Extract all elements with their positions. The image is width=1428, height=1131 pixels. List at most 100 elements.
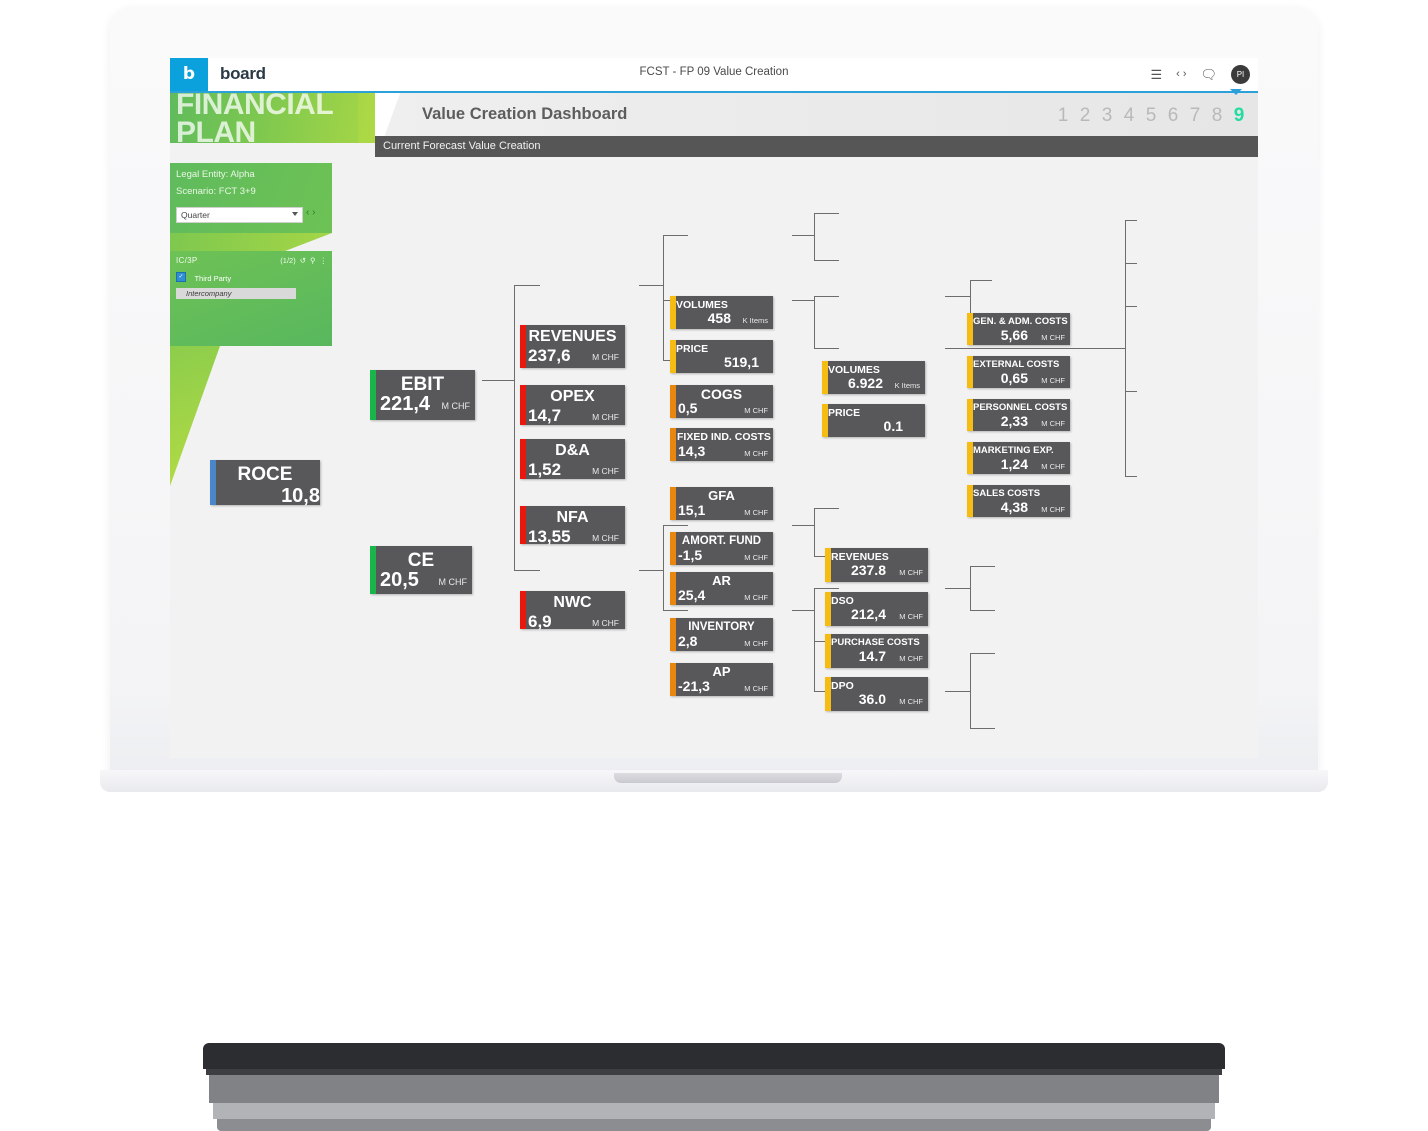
node-title: REVENUES [528,328,617,345]
node-fixed-ind-costs[interactable]: FIXED IND. COSTS 14,3 M CHF [670,428,773,461]
page-num-8[interactable]: 8 [1206,105,1228,127]
node-title: INVENTORY [688,621,755,633]
node-ar[interactable]: AR 25,4 M CHF [670,572,773,605]
connector [639,570,663,571]
connector [970,566,971,610]
node-gen-adm-costs[interactable]: GEN. & ADM. COSTS 5,66 M CHF [967,313,1070,345]
value-creation-tree: ROCE 10,8 EBIT 221,4 M CHF CE 20,5 M CHF… [170,163,1258,758]
node-purchase-costs[interactable]: PURCHASE COSTS 14.7 M CHF [825,634,928,668]
window-title: FCST - FP 09 Value Creation [639,66,789,78]
node-title: AMORT. FUND [681,535,762,547]
page-num-4[interactable]: 4 [1118,105,1140,127]
connector [945,348,1125,349]
connector [514,285,540,286]
node-unit: M CHF [1041,376,1065,385]
node-unit: M CHF [744,449,768,458]
avatar[interactable]: PI [1231,65,1250,84]
base-layer-1 [203,1043,1225,1069]
node-volumes-1[interactable]: VOLUMES 458 K Items [670,296,773,329]
node-price-1[interactable]: PRICE 519,1 [670,340,773,373]
page-num-9[interactable]: 9 [1228,105,1250,127]
connector [814,296,839,297]
node-unit: M CHF [592,618,619,628]
node-value: 4,38 [1000,499,1028,515]
node-cogs[interactable]: COGS 0,5 M CHF [670,385,773,418]
node-unit: K Items [742,316,768,325]
financial-plan-banner: FINANCIAL PLAN [170,90,372,148]
connector [1125,263,1137,264]
comment-icon[interactable]: 🗨 [1200,68,1217,81]
node-value: 1,52 [528,460,562,479]
connector [514,570,540,571]
node-title: GEN. & ADM. COSTS [973,316,1068,327]
page-num-1[interactable]: 1 [1052,105,1074,127]
application-screen: b board FCST - FP 09 Value Creation ☰ ‹ … [170,58,1258,758]
node-value: 212,4 [850,606,886,622]
node-value: 0.1 [883,418,903,434]
connector [970,566,995,567]
node-value: 2,8 [678,633,698,649]
node-value: 14.7 [858,648,886,664]
node-price-2[interactable]: PRICE 0.1 [822,404,925,437]
node-value: 15,1 [678,502,706,518]
node-title: MARKETING EXP. [973,445,1054,456]
node-amort-fund[interactable]: AMORT. FUND -1,5 M CHF [670,532,773,565]
node-value: 14,3 [678,443,706,459]
node-unit: M CHF [744,553,768,562]
page-title: Value Creation Dashboard [422,105,628,123]
node-value: -21,3 [678,678,710,694]
node-da[interactable]: D&A 1,52 M CHF [520,439,625,479]
prev-next-icon[interactable]: ‹ › [1176,69,1186,80]
laptop-base [203,1043,1225,1131]
connector [639,285,663,286]
node-dpo[interactable]: DPO 36.0 M CHF [825,677,928,711]
node-marketing-exp[interactable]: MARKETING EXP. 1,24 M CHF [967,442,1070,474]
connector [814,213,839,214]
page-num-5[interactable]: 5 [1140,105,1162,127]
node-unit: M CHF [899,654,923,663]
connector [814,508,815,556]
connector [970,280,992,281]
page-num-6[interactable]: 6 [1162,105,1184,127]
node-value: 6.922 [847,375,883,391]
connector [814,588,815,691]
connector [1125,476,1137,477]
node-opex[interactable]: OPEX 14,7 M CHF [520,385,625,425]
node-external-costs[interactable]: EXTERNAL COSTS 0,65 M CHF [967,356,1070,388]
node-value: 221,4 [380,393,431,415]
node-dso[interactable]: DSO 212,4 M CHF [825,592,928,626]
node-revenues[interactable]: REVENUES 237,6 M CHF [520,325,625,368]
node-volumes-2[interactable]: VOLUMES 6.922 K Items [822,361,925,394]
node-gfa[interactable]: GFA 15,1 M CHF [670,487,773,520]
menu-icon[interactable]: ☰ [1150,68,1162,81]
node-title: NWC [553,594,592,611]
node-nwc[interactable]: NWC 6,9 M CHF [520,591,625,631]
connector [663,525,664,610]
node-ebit[interactable]: EBIT 221,4 M CHF [370,370,475,420]
node-value: 237,6 [528,346,571,365]
node-title: NFA [556,509,589,526]
connector [663,235,688,236]
node-value: 25,4 [678,587,706,603]
connector [814,213,815,260]
node-value: 2,33 [1000,413,1028,429]
node-value: 6,9 [528,612,552,631]
node-roce[interactable]: ROCE 10,8 [210,460,320,507]
node-personnel-costs[interactable]: PERSONNEL COSTS 2,33 M CHF [967,399,1070,431]
page-num-3[interactable]: 3 [1096,105,1118,127]
node-sales-costs[interactable]: SALES COSTS 4,38 M CHF [967,485,1070,517]
node-revenues-2[interactable]: REVENUES 237.8 M CHF [825,548,928,582]
page-num-2[interactable]: 2 [1074,105,1096,127]
node-inventory[interactable]: INVENTORY 2,8 M CHF [670,618,773,651]
node-nfa[interactable]: NFA 13,55 M CHF [520,506,625,546]
laptop-hinge [614,773,842,783]
node-unit: M CHF [744,508,768,517]
node-ap[interactable]: AP -21,3 M CHF [670,663,773,696]
financial-plan-text: FINANCIAL PLAN [176,90,334,148]
app-bar-icons: ☰ ‹ › 🗨 PI [1150,58,1250,91]
node-ce[interactable]: CE 20,5 M CHF [370,546,472,594]
node-unit: M CHF [899,568,923,577]
node-value: 36.0 [858,691,886,707]
connector [1125,306,1137,307]
page-num-7[interactable]: 7 [1184,105,1206,127]
